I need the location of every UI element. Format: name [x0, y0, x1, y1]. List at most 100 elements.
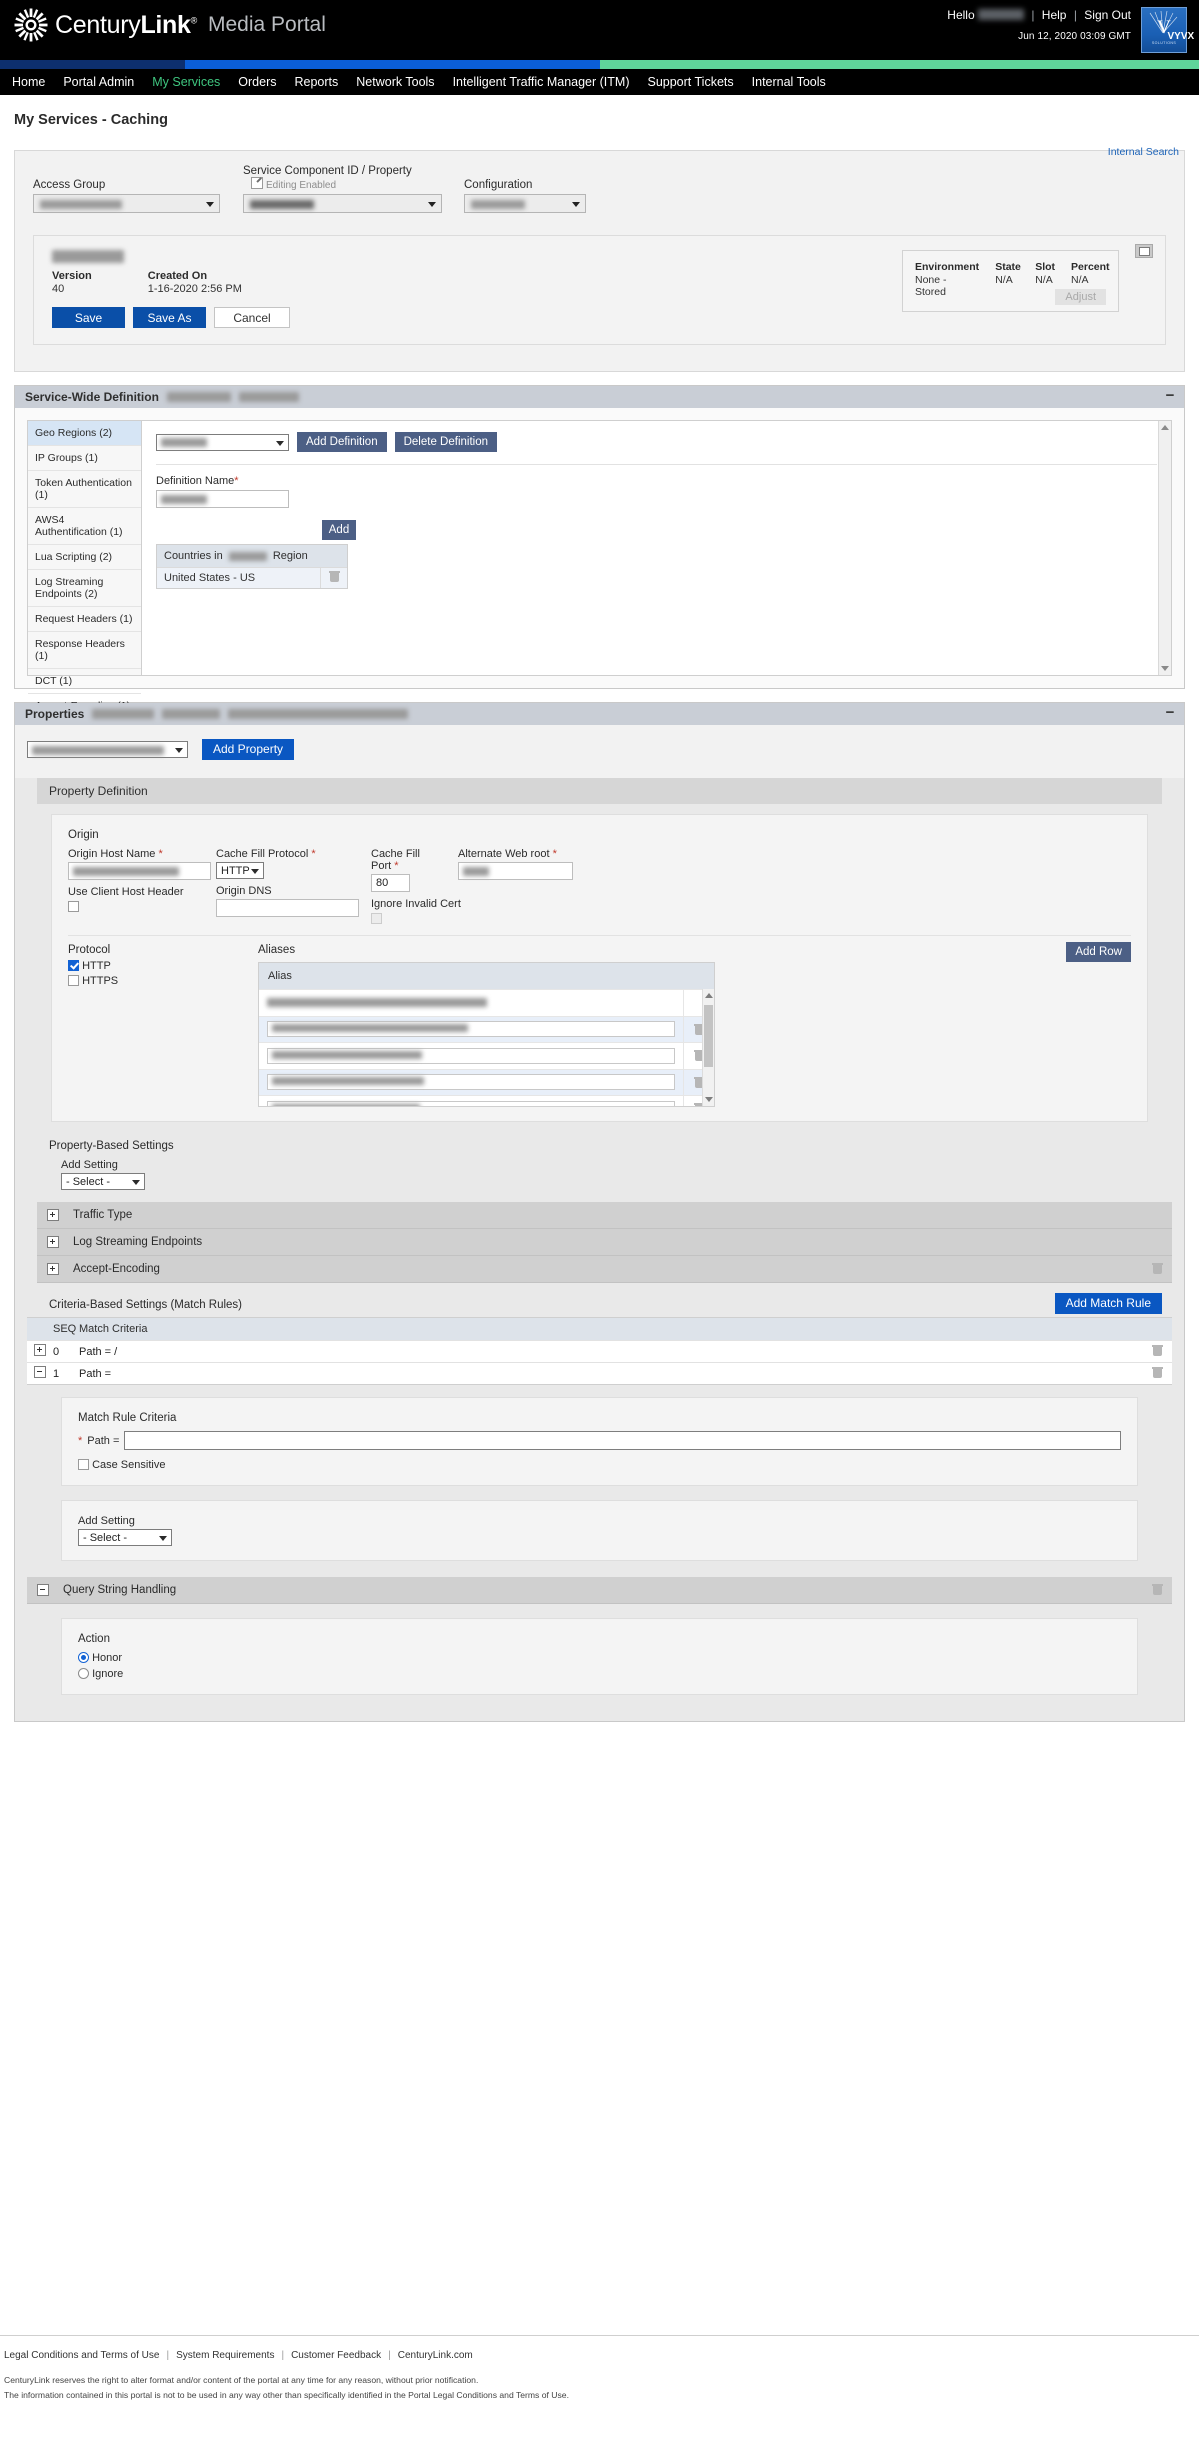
use-client-host-header-checkbox[interactable]	[68, 901, 79, 912]
service-component-select[interactable]	[243, 194, 442, 213]
sidebar-item-geo-regions[interactable]: Geo Regions (2)	[28, 421, 141, 446]
trash-icon[interactable]	[1152, 1584, 1163, 1595]
scroll-down-icon[interactable]	[704, 1097, 713, 1102]
collapse-icon[interactable]	[34, 1366, 46, 1378]
collapse-row-1[interactable]	[27, 1366, 53, 1381]
add-country-button[interactable]: Add	[322, 520, 356, 540]
delete-country-button[interactable]	[320, 568, 347, 588]
alias-input[interactable]	[267, 1074, 675, 1091]
footer-link-system-requirements[interactable]: System Requirements	[176, 2350, 274, 2361]
expand-icon[interactable]	[47, 1263, 59, 1275]
delete-definition-button[interactable]: Delete Definition	[394, 432, 497, 452]
scroll-down-icon[interactable]	[1161, 666, 1169, 671]
aliases-scrollbar[interactable]	[702, 989, 714, 1106]
delete-match-rule-0[interactable]	[1142, 1345, 1172, 1358]
configuration-select[interactable]	[464, 194, 586, 213]
query-string-option-honor: Honor	[78, 1652, 1121, 1664]
sidebar-item-lua-scripting[interactable]: Lua Scripting (2)	[28, 545, 141, 570]
definition-name-input[interactable]	[156, 490, 289, 508]
scroll-up-icon[interactable]	[704, 993, 713, 998]
add-property-button[interactable]: Add Property	[202, 739, 295, 760]
aliases-group-label: Aliases	[258, 944, 296, 956]
alias-input[interactable]	[267, 1100, 675, 1106]
panel-collapse-icon[interactable]	[1135, 244, 1153, 258]
accordion-traffic-type[interactable]: Traffic Type	[37, 1202, 1172, 1229]
expand-row-0[interactable]	[27, 1344, 53, 1359]
add-match-rule-button[interactable]: Add Match Rule	[1054, 1293, 1162, 1314]
trash-icon	[1151, 1367, 1163, 1378]
expand-icon[interactable]	[47, 1209, 59, 1221]
adjust-button[interactable]: Adjust	[1055, 289, 1106, 305]
sign-out-link[interactable]: Sign Out	[1084, 8, 1131, 22]
protocol-http-checkbox[interactable]	[68, 960, 79, 971]
sidebar-item-token-authentication[interactable]: Token Authentication (1)	[28, 471, 141, 508]
sidebar-item-aws4-authentification[interactable]: AWS4 Authentification (1)	[28, 508, 141, 545]
ignore-radio[interactable]	[78, 1668, 89, 1679]
match-rule-criteria-0: Path = /	[79, 1345, 118, 1358]
expand-icon[interactable]	[47, 1236, 59, 1248]
nav-item-reports[interactable]: Reports	[295, 75, 339, 89]
alias-input[interactable]	[267, 1021, 675, 1038]
property-toolbar: Add Property	[27, 739, 1172, 760]
sidebar-item-log-streaming-endpoints[interactable]: Log Streaming Endpoints (2)	[28, 570, 141, 607]
sidebar-item-request-headers[interactable]: Request Headers (1)	[28, 607, 141, 632]
accordion-log-streaming-endpoints[interactable]: Log Streaming Endpoints	[37, 1229, 1172, 1256]
footer-link-centurylink-com[interactable]: CenturyLink.com	[398, 2350, 473, 2361]
property-select[interactable]	[27, 741, 188, 758]
nav-item-my-services[interactable]: My Services	[152, 75, 220, 89]
cancel-button[interactable]: Cancel	[214, 307, 290, 328]
nav-item-network-tools[interactable]: Network Tools	[356, 75, 434, 89]
alternate-web-root-input[interactable]	[458, 862, 573, 880]
add-row-button[interactable]: Add Row	[1066, 942, 1131, 962]
nav-item-orders[interactable]: Orders	[238, 75, 276, 89]
footer-link-legal[interactable]: Legal Conditions and Terms of Use	[4, 2350, 159, 2361]
origin-dns-input[interactable]	[216, 899, 359, 917]
footer-links: Legal Conditions and Terms of Use | System…	[0, 2350, 1199, 2361]
add-definition-button[interactable]: Add Definition	[297, 432, 387, 452]
match-rules-seq-header: SEQ	[53, 1323, 77, 1335]
detail-pane-scrollbar[interactable]	[1158, 421, 1171, 675]
pbs-add-setting-select[interactable]: - Select -	[61, 1173, 145, 1190]
case-sensitive-checkbox[interactable]	[78, 1459, 89, 1470]
accordion-query-string-handling[interactable]: Query String Handling	[27, 1577, 1172, 1604]
match-rule-seq-0: 0	[53, 1345, 60, 1358]
header-links: Hello | Help | Sign Out	[947, 8, 1131, 22]
sidebar-item-ip-groups[interactable]: IP Groups (1)	[28, 446, 141, 471]
trash-icon[interactable]	[1152, 1263, 1163, 1274]
sidebar-item-dct[interactable]: DCT (1)	[28, 669, 141, 694]
nav-item-support-tickets[interactable]: Support Tickets	[647, 75, 733, 89]
save-button[interactable]: Save	[52, 307, 125, 328]
honor-radio[interactable]	[78, 1652, 89, 1663]
properties-collapse-toggle[interactable]: −	[1164, 705, 1176, 720]
accordion-accept-encoding[interactable]: Accept-Encoding	[37, 1256, 1172, 1283]
cache-fill-protocol-select[interactable]: HTTP	[216, 862, 264, 879]
definition-select[interactable]	[156, 433, 289, 451]
scrollbar-thumb[interactable]	[704, 1005, 713, 1067]
protocol-https-checkbox[interactable]	[68, 975, 79, 986]
ignore-invalid-cert-checkbox[interactable]	[371, 913, 382, 924]
origin-host-name-input[interactable]	[68, 862, 211, 880]
server-datetime: Jun 12, 2020 03:09 GMT	[1018, 31, 1131, 42]
help-link[interactable]: Help	[1042, 8, 1067, 22]
cache-fill-port-input[interactable]: 80	[371, 874, 410, 892]
access-group-select[interactable]	[33, 194, 220, 213]
alternate-web-root-value-redacted	[463, 866, 489, 876]
sidebar-item-response-headers[interactable]: Response Headers (1)	[28, 632, 141, 669]
nav-item-itm[interactable]: Intelligent Traffic Manager (ITM)	[453, 75, 630, 89]
match-rule-path-input[interactable]	[124, 1431, 1121, 1450]
footer-link-customer-feedback[interactable]: Customer Feedback	[291, 2350, 381, 2361]
alternate-web-root-field: Alternate Web root *	[458, 848, 598, 880]
selector-panel: Access Group Service Component ID / Prop…	[14, 150, 1185, 372]
alias-input[interactable]	[267, 1047, 675, 1064]
delete-match-rule-1[interactable]	[1142, 1367, 1172, 1380]
accent-colorbar	[0, 60, 1199, 69]
nav-item-home[interactable]: Home	[12, 75, 45, 89]
nav-item-internal-tools[interactable]: Internal Tools	[752, 75, 826, 89]
nav-item-portal-admin[interactable]: Portal Admin	[63, 75, 134, 89]
service-wide-collapse-toggle[interactable]: −	[1164, 388, 1176, 403]
match-rule-add-setting-select[interactable]: - Select -	[78, 1529, 172, 1546]
scroll-up-icon[interactable]	[1161, 425, 1169, 430]
expand-icon[interactable]	[34, 1344, 46, 1356]
save-as-button[interactable]: Save As	[133, 307, 206, 328]
collapse-icon[interactable]	[37, 1584, 49, 1596]
